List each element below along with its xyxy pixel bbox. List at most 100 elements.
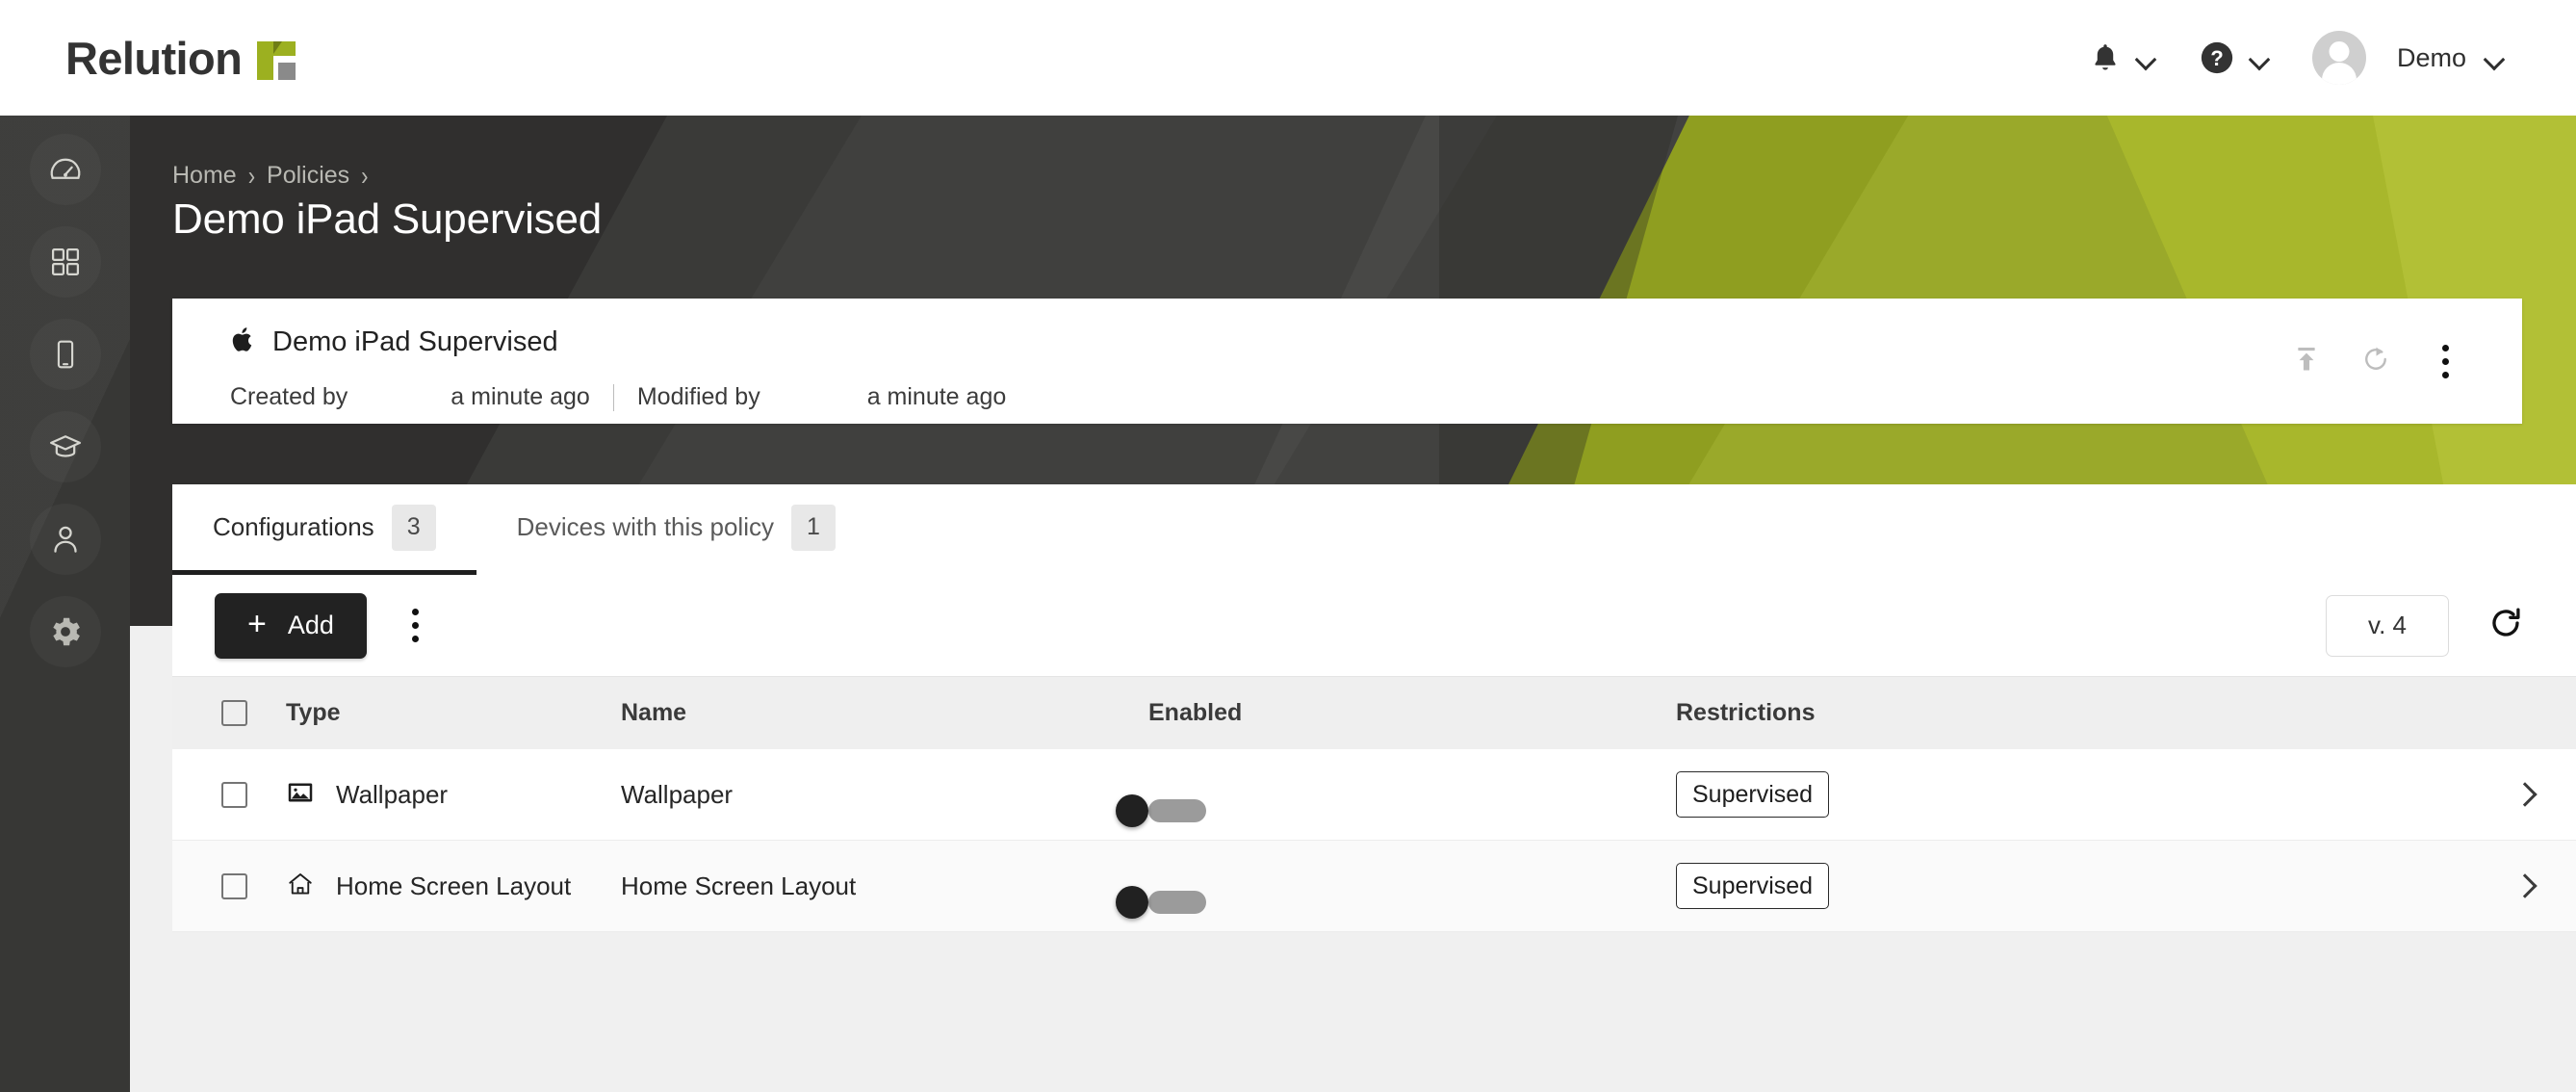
bell-icon [2089, 40, 2122, 75]
breadcrumb: Home › Policies › [172, 160, 602, 191]
select-all-cell [172, 700, 286, 726]
table-header-row: Type Name Enabled Restrictions [172, 676, 2576, 749]
configurations-panel: + Add v. 4 Type Name Enabled Restriction… [172, 575, 2576, 932]
sidebar-item-apps[interactable] [0, 216, 130, 308]
sidebar [0, 116, 130, 1092]
plus-icon: + [247, 606, 267, 642]
policy-card-title: Demo iPad Supervised [272, 326, 558, 357]
user-name: Demo [2396, 42, 2466, 72]
row-type-cell: Wallpaper [286, 778, 621, 812]
row-checkbox[interactable] [220, 872, 247, 899]
table-row[interactable]: Wallpaper Wallpaper Supervised [172, 749, 2576, 841]
status-badge: Supervised [1676, 771, 1830, 818]
policy-info-card: Demo iPad Supervised Created by a minute… [172, 299, 2522, 424]
column-header-type: Type [286, 699, 341, 726]
help-menu[interactable]: ? [2177, 0, 2291, 116]
created-at: a minute ago [451, 383, 590, 410]
kebab-icon [412, 609, 420, 642]
configurations-toolbar: + Add v. 4 [172, 575, 2576, 676]
apple-icon [230, 325, 255, 360]
version-select[interactable]: v. 4 [2326, 594, 2449, 657]
tab-devices-label: Devices with this policy [516, 512, 774, 541]
row-type-label: Wallpaper [336, 779, 449, 809]
grid-apps-icon [30, 226, 101, 298]
home-house-icon [286, 870, 315, 903]
refresh-button[interactable] [2478, 598, 2534, 654]
chevron-down-icon [2135, 52, 2156, 65]
mobile-device-icon [30, 319, 101, 390]
card-more-menu-button[interactable] [2410, 326, 2480, 396]
person-icon [30, 504, 101, 575]
sidebar-item-academy[interactable] [0, 401, 130, 493]
question-circle-icon: ? [2199, 39, 2235, 76]
policy-card-meta: Created by a minute ago Modified by a mi… [172, 383, 2522, 411]
refresh-icon [2488, 606, 2523, 645]
notifications-menu[interactable] [2068, 0, 2177, 116]
row-restrictions-cell: Supervised [1676, 863, 2408, 909]
relution-logo-mark-icon [257, 40, 296, 80]
toolbar-more-menu-button[interactable] [388, 598, 444, 654]
tab-devices-with-this-policy[interactable]: Devices with this policy 1 [477, 484, 876, 575]
meta-divider [612, 383, 614, 411]
user-menu[interactable]: Demo [2291, 0, 2526, 116]
top-bar: Relution ? Demo [0, 0, 2576, 116]
sidebar-item-dashboard[interactable] [0, 123, 130, 216]
speedometer-icon [30, 134, 101, 205]
sidebar-item-settings[interactable] [0, 585, 130, 678]
graduation-cap-icon [30, 411, 101, 482]
breadcrumb-item-policies[interactable]: Policies [267, 162, 349, 190]
sidebar-item-users[interactable] [0, 493, 130, 585]
tab-devices-count: 1 [790, 504, 836, 551]
column-header-name: Name [621, 699, 687, 726]
svg-text:?: ? [2210, 46, 2224, 70]
brand-name: Relution [65, 32, 243, 84]
row-restrictions-cell: Supervised [1676, 771, 2408, 818]
chevron-down-icon [2249, 52, 2270, 65]
restore-button[interactable] [2341, 326, 2410, 396]
modified-at: a minute ago [866, 383, 1007, 410]
add-button-label: Add [287, 611, 334, 639]
tabs-bar: Configurations 3 Devices with this polic… [172, 484, 2576, 575]
upload-icon [2291, 344, 2322, 379]
policy-card-title-row: Demo iPad Supervised [172, 299, 2522, 360]
tab-configurations-count: 3 [391, 504, 436, 551]
status-badge: Supervised [1676, 863, 1830, 909]
restore-icon [2360, 344, 2391, 379]
tab-configurations-label: Configurations [213, 512, 374, 541]
breadcrumb-separator-icon: › [247, 160, 256, 191]
publish-button[interactable] [2272, 326, 2341, 396]
toolbar-right-actions: v. 4 [2326, 594, 2534, 657]
row-name: Wallpaper [621, 779, 734, 809]
policy-card-actions [2272, 299, 2480, 424]
column-header-restrictions: Restrictions [1676, 699, 1816, 726]
chevron-down-icon [2484, 52, 2505, 65]
brand-logo[interactable]: Relution [65, 36, 296, 81]
row-type-cell: Home Screen Layout [286, 870, 621, 903]
table-row[interactable]: Home Screen Layout Home Screen Layout Su… [172, 841, 2576, 932]
row-open-cell[interactable] [2408, 873, 2576, 898]
row-select-cell [172, 872, 286, 899]
breadcrumb-item-home[interactable]: Home [172, 162, 237, 190]
kebab-icon [2441, 344, 2449, 378]
row-checkbox[interactable] [220, 781, 247, 808]
select-all-checkbox[interactable] [220, 700, 247, 726]
gear-icon [30, 596, 101, 667]
avatar [2311, 31, 2366, 85]
sidebar-item-devices[interactable] [0, 308, 130, 401]
row-name: Home Screen Layout [621, 871, 857, 900]
chevron-right-icon [2512, 873, 2537, 898]
row-open-cell[interactable] [2408, 782, 2576, 807]
breadcrumb-separator-icon: › [361, 160, 369, 191]
image-picture-icon [286, 778, 315, 812]
created-by-label: Created by [230, 383, 348, 410]
page-title: Demo iPad Supervised [172, 195, 603, 243]
hero-text: Home › Policies › Demo iPad Supervised [172, 160, 603, 244]
add-button[interactable]: + Add [215, 592, 367, 659]
chevron-right-icon [2512, 782, 2537, 807]
row-type-label: Home Screen Layout [336, 871, 572, 900]
modified-by-label: Modified by [636, 383, 760, 410]
configurations-table: Type Name Enabled Restrictions Wallpaper… [172, 676, 2576, 932]
tab-configurations[interactable]: Configurations 3 [172, 484, 477, 575]
row-select-cell [172, 781, 286, 808]
top-bar-actions: ? Demo [2068, 0, 2526, 116]
